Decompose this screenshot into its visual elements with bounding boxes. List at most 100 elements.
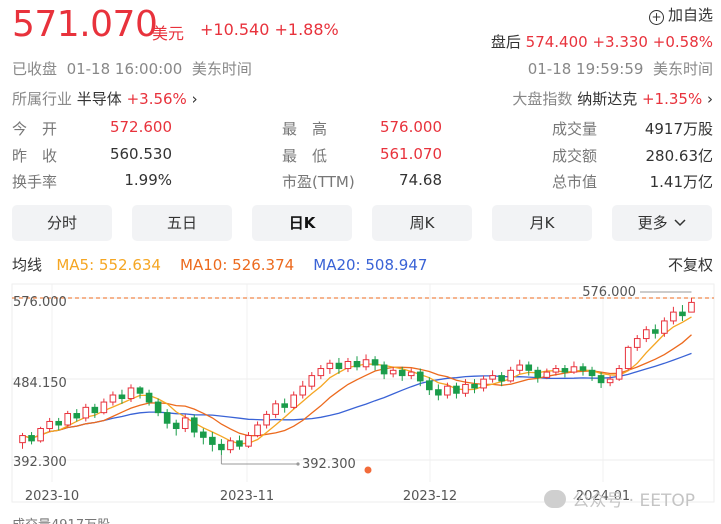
candle-up (272, 403, 279, 415)
candle-up (407, 371, 415, 377)
turnover-rate-label: 换手率 (12, 173, 58, 191)
candle-down (398, 369, 406, 377)
candle-up (507, 369, 514, 382)
candle-up (624, 346, 632, 370)
candle-up (670, 311, 677, 322)
candle-up (661, 320, 668, 334)
candle-up (489, 375, 496, 380)
chart-period-tabs: 分时 五日 日K 周K 月K 更多 (12, 205, 714, 243)
add-watchlist-label: 加自选 (667, 6, 713, 24)
candle-down (371, 359, 379, 366)
high-annotation-label: 576.000 (582, 285, 636, 300)
candle-up (82, 406, 90, 419)
industry-label: 所属行业 (12, 90, 73, 108)
prev-close-value: 560.530 (109, 145, 172, 163)
chevron-down-icon (674, 219, 686, 227)
watermark: 公众号 · EETOP (544, 486, 695, 511)
add-watchlist-button[interactable]: + 加自选 (648, 4, 713, 25)
candle-down (55, 420, 62, 426)
candle-down (281, 403, 288, 408)
candle-down (163, 412, 171, 424)
after-hours-label: 盘后 (490, 33, 521, 51)
candles (19, 298, 695, 455)
industry-link[interactable]: 所属行业 半导体 +3.56% › (12, 88, 198, 109)
candle-down (561, 368, 569, 373)
pe-ttm-label: 市盈(TTM) (282, 173, 355, 191)
ma20-label: MA20: (313, 256, 361, 274)
candle-up (64, 413, 72, 426)
candle-up (317, 368, 325, 377)
candle-down (136, 387, 144, 394)
open-value: 572.600 (109, 118, 172, 136)
moving-average-legend: 均线 MA5: 552.634 MA10: 526.374 MA20: 508.… (12, 254, 427, 275)
high-value: 576.000 (379, 118, 442, 136)
candle-up (516, 364, 524, 371)
prev-close-label: 昨 收 (12, 147, 58, 165)
ma10-label: MA10: (180, 256, 228, 274)
candle-down (218, 443, 225, 451)
tab-weekly-k[interactable]: 周K (372, 205, 472, 241)
turnover-label: 成交额 (552, 147, 598, 165)
change-amount: +10.540 (200, 20, 270, 39)
candle-up (606, 378, 614, 384)
volume-label: 成交量 (552, 120, 598, 138)
candle-up (480, 378, 487, 389)
candle-down (453, 385, 460, 394)
ma-label: 均线 (12, 256, 43, 274)
tab-more-label: 更多 (637, 214, 668, 232)
market-index-change: +1.35% (641, 90, 703, 108)
candle-up (688, 301, 695, 313)
candle-up (100, 401, 108, 414)
candle-down (380, 364, 388, 375)
ma10-value: 526.374 (232, 256, 295, 274)
candle-down (652, 329, 659, 334)
candle-down (679, 311, 686, 317)
candle-up (543, 371, 551, 378)
candle-up (615, 368, 623, 380)
candle-down (416, 371, 424, 382)
candle-up (552, 368, 560, 373)
watermark-text: 公众号 · EETOP (572, 491, 695, 511)
industry-name: 半导体 (76, 90, 122, 108)
candle-up (37, 428, 44, 442)
plus-circle-icon: + (648, 10, 664, 25)
tab-daily-k[interactable]: 日K (252, 205, 352, 241)
ma5-label: MA5: (56, 256, 95, 274)
market-cap-value: 1.41万亿 (649, 173, 713, 191)
y-tick-label: 576.000 (13, 295, 67, 310)
market-index-name: 纳斯达克 (577, 90, 638, 108)
candle-down (597, 375, 605, 384)
candle-down (498, 375, 505, 382)
market-index-link[interactable]: 大盘指数 纳斯达克 +1.35% › (512, 88, 713, 109)
candle-up (326, 362, 334, 370)
low-value: 561.070 (379, 145, 442, 163)
after-hours-time: 01-18 19:59:59 美东时间 (528, 58, 713, 79)
tab-five-day[interactable]: 五日 (132, 205, 232, 241)
tab-intraday[interactable]: 分时 (12, 205, 112, 241)
candle-up (19, 435, 26, 444)
tab-more[interactable]: 更多 (612, 205, 712, 241)
candle-up (444, 385, 451, 396)
tab-monthly-k[interactable]: 月K (492, 205, 592, 241)
candle-down (435, 389, 442, 396)
candle-down (579, 366, 587, 371)
candle-up (290, 394, 298, 408)
candle-up (46, 420, 53, 430)
chevron-right-icon: › (191, 90, 198, 108)
market-status: 已收盘 01-18 16:00:00 美东时间 (12, 58, 252, 79)
high-label: 最 高 (282, 120, 328, 138)
price-adjust-toggle[interactable]: 不复权 (668, 254, 713, 275)
candle-down (145, 392, 153, 403)
turnover-value: 280.63亿 (645, 147, 714, 165)
candle-down (172, 422, 180, 430)
candle-down (335, 362, 343, 370)
quote-timezone: 美东时间 (191, 60, 252, 78)
candle-down (154, 401, 162, 414)
candle-up (227, 440, 234, 451)
after-hours-datetime: 01-18 19:59:59 (527, 60, 644, 78)
low-annotation-dot (296, 462, 300, 466)
candle-up (245, 435, 252, 447)
y-tick-label: 392.300 (13, 455, 67, 470)
candle-down (525, 364, 533, 371)
ma10-line (22, 334, 692, 439)
